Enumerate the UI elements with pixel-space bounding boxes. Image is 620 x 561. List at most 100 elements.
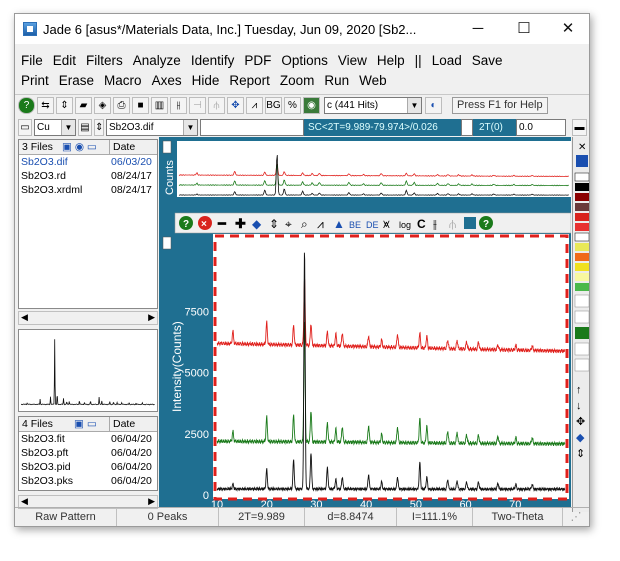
close-panel-icon[interactable]: ✕ — [578, 142, 586, 153]
color-swatch-yellow[interactable] — [575, 243, 589, 251]
chevron-down-icon[interactable]: ▼ — [183, 119, 197, 135]
profile-fit-icon[interactable]: ⩙ — [383, 217, 390, 231]
document-icon[interactable]: ▤ — [78, 118, 92, 136]
file-row[interactable]: Sb2O3.pft 06/04/20 — [19, 446, 157, 460]
color-swatch-black[interactable] — [575, 183, 589, 191]
bg-fit-icon[interactable]: BE — [349, 220, 361, 230]
file-select[interactable]: Sb2O3.dif ▼ — [106, 118, 198, 136]
info-tool-icon[interactable] — [575, 327, 589, 339]
file-row[interactable]: Sb2O3.xrdml 08/24/17 — [19, 183, 157, 197]
menu-hide[interactable]: Hide — [192, 73, 220, 88]
minus-box-icon[interactable]: ▬ — [572, 118, 587, 136]
menu-run[interactable]: Run — [324, 73, 349, 88]
color-swatch-green[interactable] — [575, 283, 589, 291]
pattern-thumbnail[interactable] — [18, 329, 158, 412]
color-swatch-lightyellow[interactable] — [575, 273, 589, 281]
file-row[interactable]: Sb2O3.rd 08/24/17 — [19, 169, 157, 183]
expand-icon[interactable]: ✥ — [227, 97, 244, 114]
peak-area-icon[interactable]: ▲ — [333, 217, 345, 231]
arrow-up-icon[interactable]: ↑ — [576, 384, 582, 396]
menu-print[interactable]: Print — [21, 73, 49, 88]
profile-icon[interactable]: ⩘ — [246, 97, 263, 114]
minus-icon[interactable]: ━ — [217, 216, 227, 231]
file-row[interactable]: Sb2O3.pks 06/04/20 — [19, 474, 157, 488]
overlay-icon[interactable]: ⫲ — [433, 217, 437, 231]
color-swatch-orange[interactable] — [575, 253, 589, 261]
scroll-left-icon[interactable]: ◀ — [21, 312, 28, 323]
main-chart-background[interactable] — [213, 234, 569, 499]
date-header[interactable]: Date — [109, 140, 155, 154]
hits-select[interactable]: c (441 Hits) ▼ — [324, 97, 422, 114]
chevron-down-icon[interactable]: ▼ — [61, 119, 75, 135]
color-swatch-red2[interactable] — [575, 223, 589, 231]
zoom-icon[interactable]: ⌕ — [301, 217, 308, 231]
color-swatch-white2[interactable] — [574, 232, 589, 242]
save-icon[interactable]: ■ — [132, 97, 149, 114]
expand-vertical-icon[interactable]: ⇕ — [269, 217, 279, 231]
two-theta-input[interactable]: 0.0 — [516, 118, 566, 136]
view-toggle-icons[interactable]: ▣ ◉ ▭ — [59, 140, 109, 154]
overview-pin-icon[interactable] — [162, 140, 172, 154]
color-swatch-brown[interactable] — [575, 203, 589, 211]
minimize-button[interactable]: ─ — [455, 14, 501, 44]
menu-erase[interactable]: Erase — [59, 73, 94, 88]
resize-grip-icon[interactable]: ⋰ — [563, 508, 589, 526]
percent-icon[interactable]: % — [284, 97, 301, 114]
view-toggle-icons[interactable]: ▣ ▭ — [71, 417, 109, 431]
swap-icon[interactable]: ⇆ — [37, 97, 54, 114]
print-icon[interactable]: ⎙ — [113, 97, 130, 114]
scroll-right-icon[interactable]: ▶ — [148, 312, 155, 323]
up-down-icon[interactable]: ⇕ — [56, 97, 73, 114]
chevron-down-icon[interactable]: ▼ — [407, 98, 421, 113]
menu-save[interactable]: Save — [472, 53, 503, 68]
de-icon[interactable]: DE — [366, 220, 379, 230]
grid-icon[interactable] — [464, 217, 476, 229]
menu-view[interactable]: View — [338, 53, 367, 68]
text-tool-icon[interactable] — [574, 294, 589, 308]
drop-icon[interactable]: ◐ — [425, 97, 442, 114]
menu-help[interactable]: Help — [377, 53, 405, 68]
menu-file[interactable]: File — [21, 53, 43, 68]
menu-edit[interactable]: Edit — [53, 53, 76, 68]
maximize-button[interactable]: ☐ — [501, 14, 547, 44]
chart-tool-icon[interactable] — [574, 358, 589, 372]
menu-filters[interactable]: Filters — [86, 53, 123, 68]
menu-pdf[interactable]: PDF — [244, 53, 271, 68]
menu-options[interactable]: Options — [281, 53, 328, 68]
spin-icon[interactable]: ⇕ — [94, 118, 104, 136]
move-tool-icon[interactable]: ⇕ — [576, 448, 585, 460]
background-icon[interactable]: BG — [265, 97, 282, 114]
close-button[interactable]: ✕ — [545, 14, 589, 44]
file-list-scrollbar[interactable]: ◀ ▶ — [18, 311, 158, 325]
file-row[interactable]: Sb2O3.dif 06/03/20 — [19, 155, 157, 169]
main-pin-icon[interactable] — [162, 236, 172, 250]
plus-icon[interactable]: ✚ — [235, 216, 246, 231]
log-scale-icon[interactable]: log — [399, 220, 411, 230]
color-swatch-white[interactable] — [574, 172, 589, 182]
menu-report[interactable]: Report — [229, 73, 270, 88]
calibrate-icon[interactable]: C — [417, 217, 426, 231]
sc-toggle[interactable] — [461, 118, 473, 136]
file-row[interactable]: Sb2O3.fit 06/04/20 — [19, 432, 157, 446]
color-swatch-gold[interactable] — [575, 263, 589, 271]
scroll-left-icon[interactable]: ◀ — [21, 496, 28, 507]
overlay-tool-icon[interactable] — [574, 342, 589, 356]
menu-identify[interactable]: Identify — [191, 53, 235, 68]
element-select[interactable]: Cu ▼ — [34, 118, 76, 136]
import-icon[interactable]: ◈ — [94, 97, 111, 114]
legend-tool-icon[interactable] — [574, 310, 589, 324]
bar-plot-icon[interactable]: ▥ — [151, 97, 168, 114]
list-view-icon[interactable] — [576, 155, 588, 167]
peak-marker-icon[interactable]: ⫲ — [170, 97, 187, 114]
color-swatch-red[interactable] — [575, 213, 589, 221]
date-header[interactable]: Date — [109, 417, 155, 431]
cursor-icon[interactable]: ⌖ — [285, 217, 292, 231]
overview-panel[interactable] — [177, 141, 571, 197]
folder-icon[interactable]: ▭ — [18, 118, 32, 136]
help-icon[interactable]: ? — [18, 97, 35, 114]
menu-web[interactable]: Web — [359, 73, 387, 88]
blank-field[interactable] — [200, 118, 304, 136]
menu-load[interactable]: Load — [432, 53, 462, 68]
open-folder-icon[interactable]: ▰ — [75, 97, 92, 114]
expand-horizontal-icon[interactable]: ◆ — [252, 217, 262, 231]
